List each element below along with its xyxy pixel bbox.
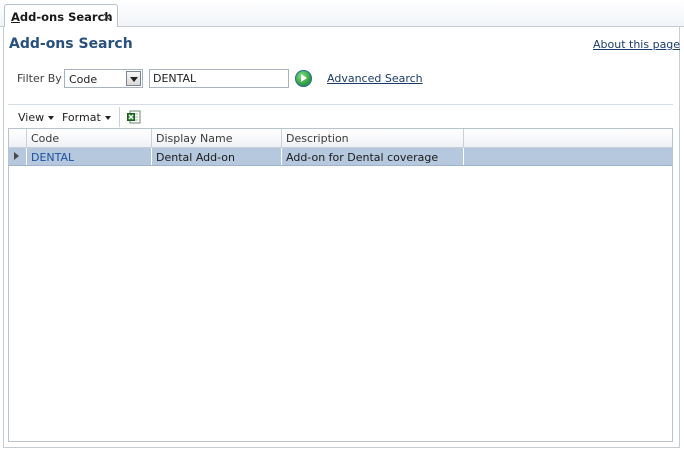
excel-export-icon[interactable]: [127, 110, 141, 124]
code-link[interactable]: DENTAL: [31, 151, 74, 164]
table-row[interactable]: DENTAL Dental Add-on Add-on for Dental c…: [9, 148, 672, 166]
selector-column-header: [9, 129, 27, 147]
format-menu[interactable]: Format: [62, 111, 111, 124]
advanced-search-link[interactable]: Advanced Search: [327, 72, 423, 85]
caret-down-icon: [104, 116, 111, 120]
search-input[interactable]: [149, 69, 289, 88]
tab-label: Add-ons Search: [11, 10, 113, 24]
view-menu[interactable]: View: [18, 111, 55, 124]
column-header-label: Code: [31, 132, 60, 145]
code-cell[interactable]: DENTAL: [27, 148, 152, 165]
column-header-empty: [464, 129, 672, 147]
row-arrow-icon: [14, 152, 19, 160]
caret-down-icon: [48, 116, 55, 120]
results-table: Code Display Name Description DENTAL Den…: [8, 128, 673, 442]
empty-cell: [464, 148, 672, 165]
tab-add-ons-search[interactable]: Add-ons Search ×: [4, 4, 118, 27]
column-header-display-name[interactable]: Display Name: [152, 129, 282, 147]
column-header-description[interactable]: Description: [282, 129, 464, 147]
table-toolbar: View Format: [8, 104, 673, 128]
go-arrow-icon[interactable]: [295, 70, 312, 87]
row-selector[interactable]: [9, 148, 27, 165]
column-header-label: Description: [286, 132, 349, 145]
view-menu-label: View: [18, 111, 45, 124]
about-this-page-link[interactable]: About this page: [593, 38, 680, 51]
display-name-cell: Dental Add-on: [152, 148, 282, 165]
chevron-down-icon[interactable]: [126, 71, 141, 86]
table-header: Code Display Name Description: [9, 129, 672, 148]
column-header-code[interactable]: Code: [27, 129, 152, 147]
filter-field-select[interactable]: Code: [64, 69, 143, 88]
tab-bar: Add-ons Search ×: [0, 0, 684, 27]
description-cell: Add-on for Dental coverage: [282, 148, 464, 165]
display-name-text: Dental Add-on: [156, 151, 235, 164]
filter-by-label: Filter By: [17, 72, 62, 85]
format-menu-label: Format: [62, 111, 101, 124]
page-title: Add-ons Search: [9, 36, 133, 52]
column-header-label: Display Name: [156, 132, 233, 145]
filter-field-value: Code: [69, 73, 98, 86]
toolbar-divider: [119, 107, 120, 127]
close-icon[interactable]: ×: [102, 10, 112, 24]
description-text: Add-on for Dental coverage: [286, 151, 439, 164]
